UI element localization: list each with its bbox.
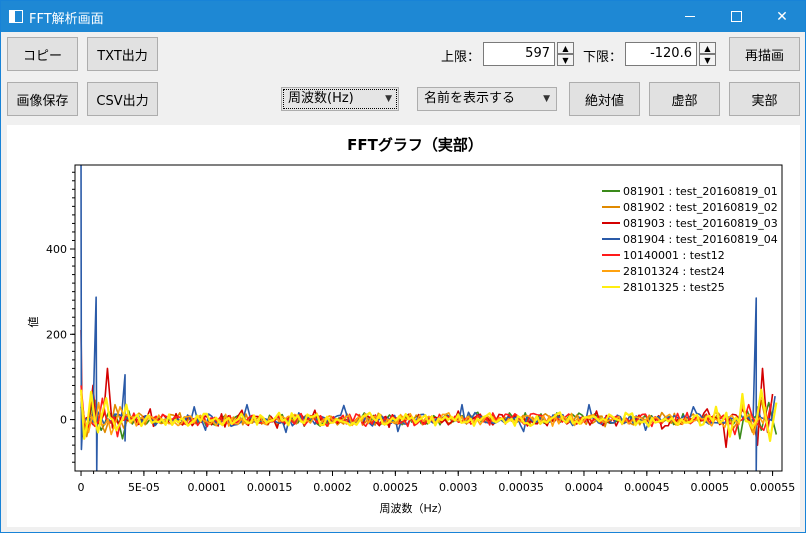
x-tick-label: 0.00015 [247, 481, 293, 494]
x-tick-label: 0.00055 [750, 481, 796, 494]
redraw-button[interactable]: 再描画 [729, 37, 800, 71]
legend-entry: 28101324 : test24 [623, 265, 725, 278]
spin-up-icon[interactable]: ▲ [557, 42, 574, 54]
txt-export-button[interactable]: TXT出力 [87, 37, 158, 71]
fft-window: FFT解析画面 ✕ コピー TXT出力 上限： 597 ▲ ▼ 下限： -120… [0, 0, 806, 533]
upper-limit-input[interactable]: 597 [483, 42, 555, 66]
xaxis-select-value: 周波数(Hz) [288, 91, 354, 106]
imaginary-part-button[interactable]: 虚部 [649, 82, 720, 116]
spin-down-icon[interactable]: ▼ [699, 54, 716, 66]
x-tick-label: 0.0004 [565, 481, 604, 494]
x-axis-label: 周波数（Hz） [379, 502, 448, 515]
csv-export-button[interactable]: CSV出力 [87, 82, 158, 116]
x-tick-label: 0.00035 [498, 481, 544, 494]
absolute-value-button[interactable]: 絶対値 [569, 82, 640, 116]
x-tick-label: 0.0002 [313, 481, 352, 494]
close-icon: ✕ [776, 8, 788, 25]
x-tick-label: 0.0001 [188, 481, 227, 494]
chart-title: FFTグラフ（実部） [347, 136, 483, 154]
fft-chart: FFTグラフ（実部） 0 5E-05 0.0001 0.00015 0.0002 0.00… [27, 136, 796, 515]
y-axis-label: 値 [27, 317, 40, 328]
app-icon [9, 10, 23, 23]
x-tick-label: 0 [78, 481, 85, 494]
save-image-button[interactable]: 画像保存 [7, 82, 78, 116]
series-line-7 [79, 388, 778, 442]
lower-limit-spinner[interactable]: ▲ ▼ [699, 42, 716, 66]
chevron-down-icon: ▼ [385, 94, 392, 104]
upper-limit-label: 上限： [441, 50, 481, 65]
y-tick-label: 0 [60, 414, 67, 427]
series-line-5 [80, 385, 773, 438]
maximize-icon [730, 11, 742, 22]
minimize-button[interactable] [667, 1, 713, 32]
lower-limit-input[interactable]: -120.6 [625, 42, 697, 66]
title-bar[interactable]: FFT解析画面 ✕ [1, 1, 805, 32]
legend-entry: 081901 : test_20160819_01 [623, 185, 778, 198]
spin-up-icon[interactable]: ▲ [699, 42, 716, 54]
minimize-icon [685, 16, 695, 17]
maximize-button[interactable] [713, 1, 759, 32]
chevron-down-icon: ▼ [543, 94, 550, 104]
xaxis-select[interactable]: 周波数(Hz) ▼ [281, 87, 399, 111]
x-tick-label: 0.0003 [439, 481, 478, 494]
x-tick-label: 0.00045 [624, 481, 670, 494]
legend-entry: 081904 : test_20160819_04 [623, 233, 778, 246]
upper-limit-spinner[interactable]: ▲ ▼ [557, 42, 574, 66]
legend-entry: 081903 : test_20160819_03 [623, 217, 778, 230]
x-tick-label: 0.0005 [690, 481, 729, 494]
spin-down-icon[interactable]: ▼ [557, 54, 574, 66]
y-tick-label: 400 [46, 243, 67, 256]
legend: 081901 : test_20160819_01 081902 : test_2… [602, 185, 778, 294]
x-tick-label: 5E-05 [128, 481, 160, 494]
real-part-button[interactable]: 実部 [729, 82, 800, 116]
legend-entry: 10140001 : test12 [623, 249, 725, 262]
y-tick-label: 200 [46, 328, 67, 341]
lower-limit-label: 下限： [583, 50, 623, 65]
close-button[interactable]: ✕ [759, 1, 805, 32]
legend-select[interactable]: 名前を表示する ▼ [417, 87, 557, 111]
chart-panel: FFTグラフ（実部） 0 5E-05 0.0001 0.00015 0.0002 0.00… [7, 125, 800, 527]
y-axis: 0 200 400 [46, 171, 75, 463]
window-title: FFT解析画面 [29, 12, 104, 27]
legend-entry: 28101325 : test25 [623, 281, 725, 294]
series-line-3 [80, 330, 774, 449]
x-tick-label: 0.00025 [373, 481, 419, 494]
legend-entry: 081902 : test_20160819_02 [623, 201, 778, 214]
x-axis: 0 5E-05 0.0001 0.00015 0.0002 0.00025 0.0003 0.… [78, 471, 796, 494]
copy-button[interactable]: コピー [7, 37, 78, 71]
legend-select-value: 名前を表示する [424, 91, 516, 106]
